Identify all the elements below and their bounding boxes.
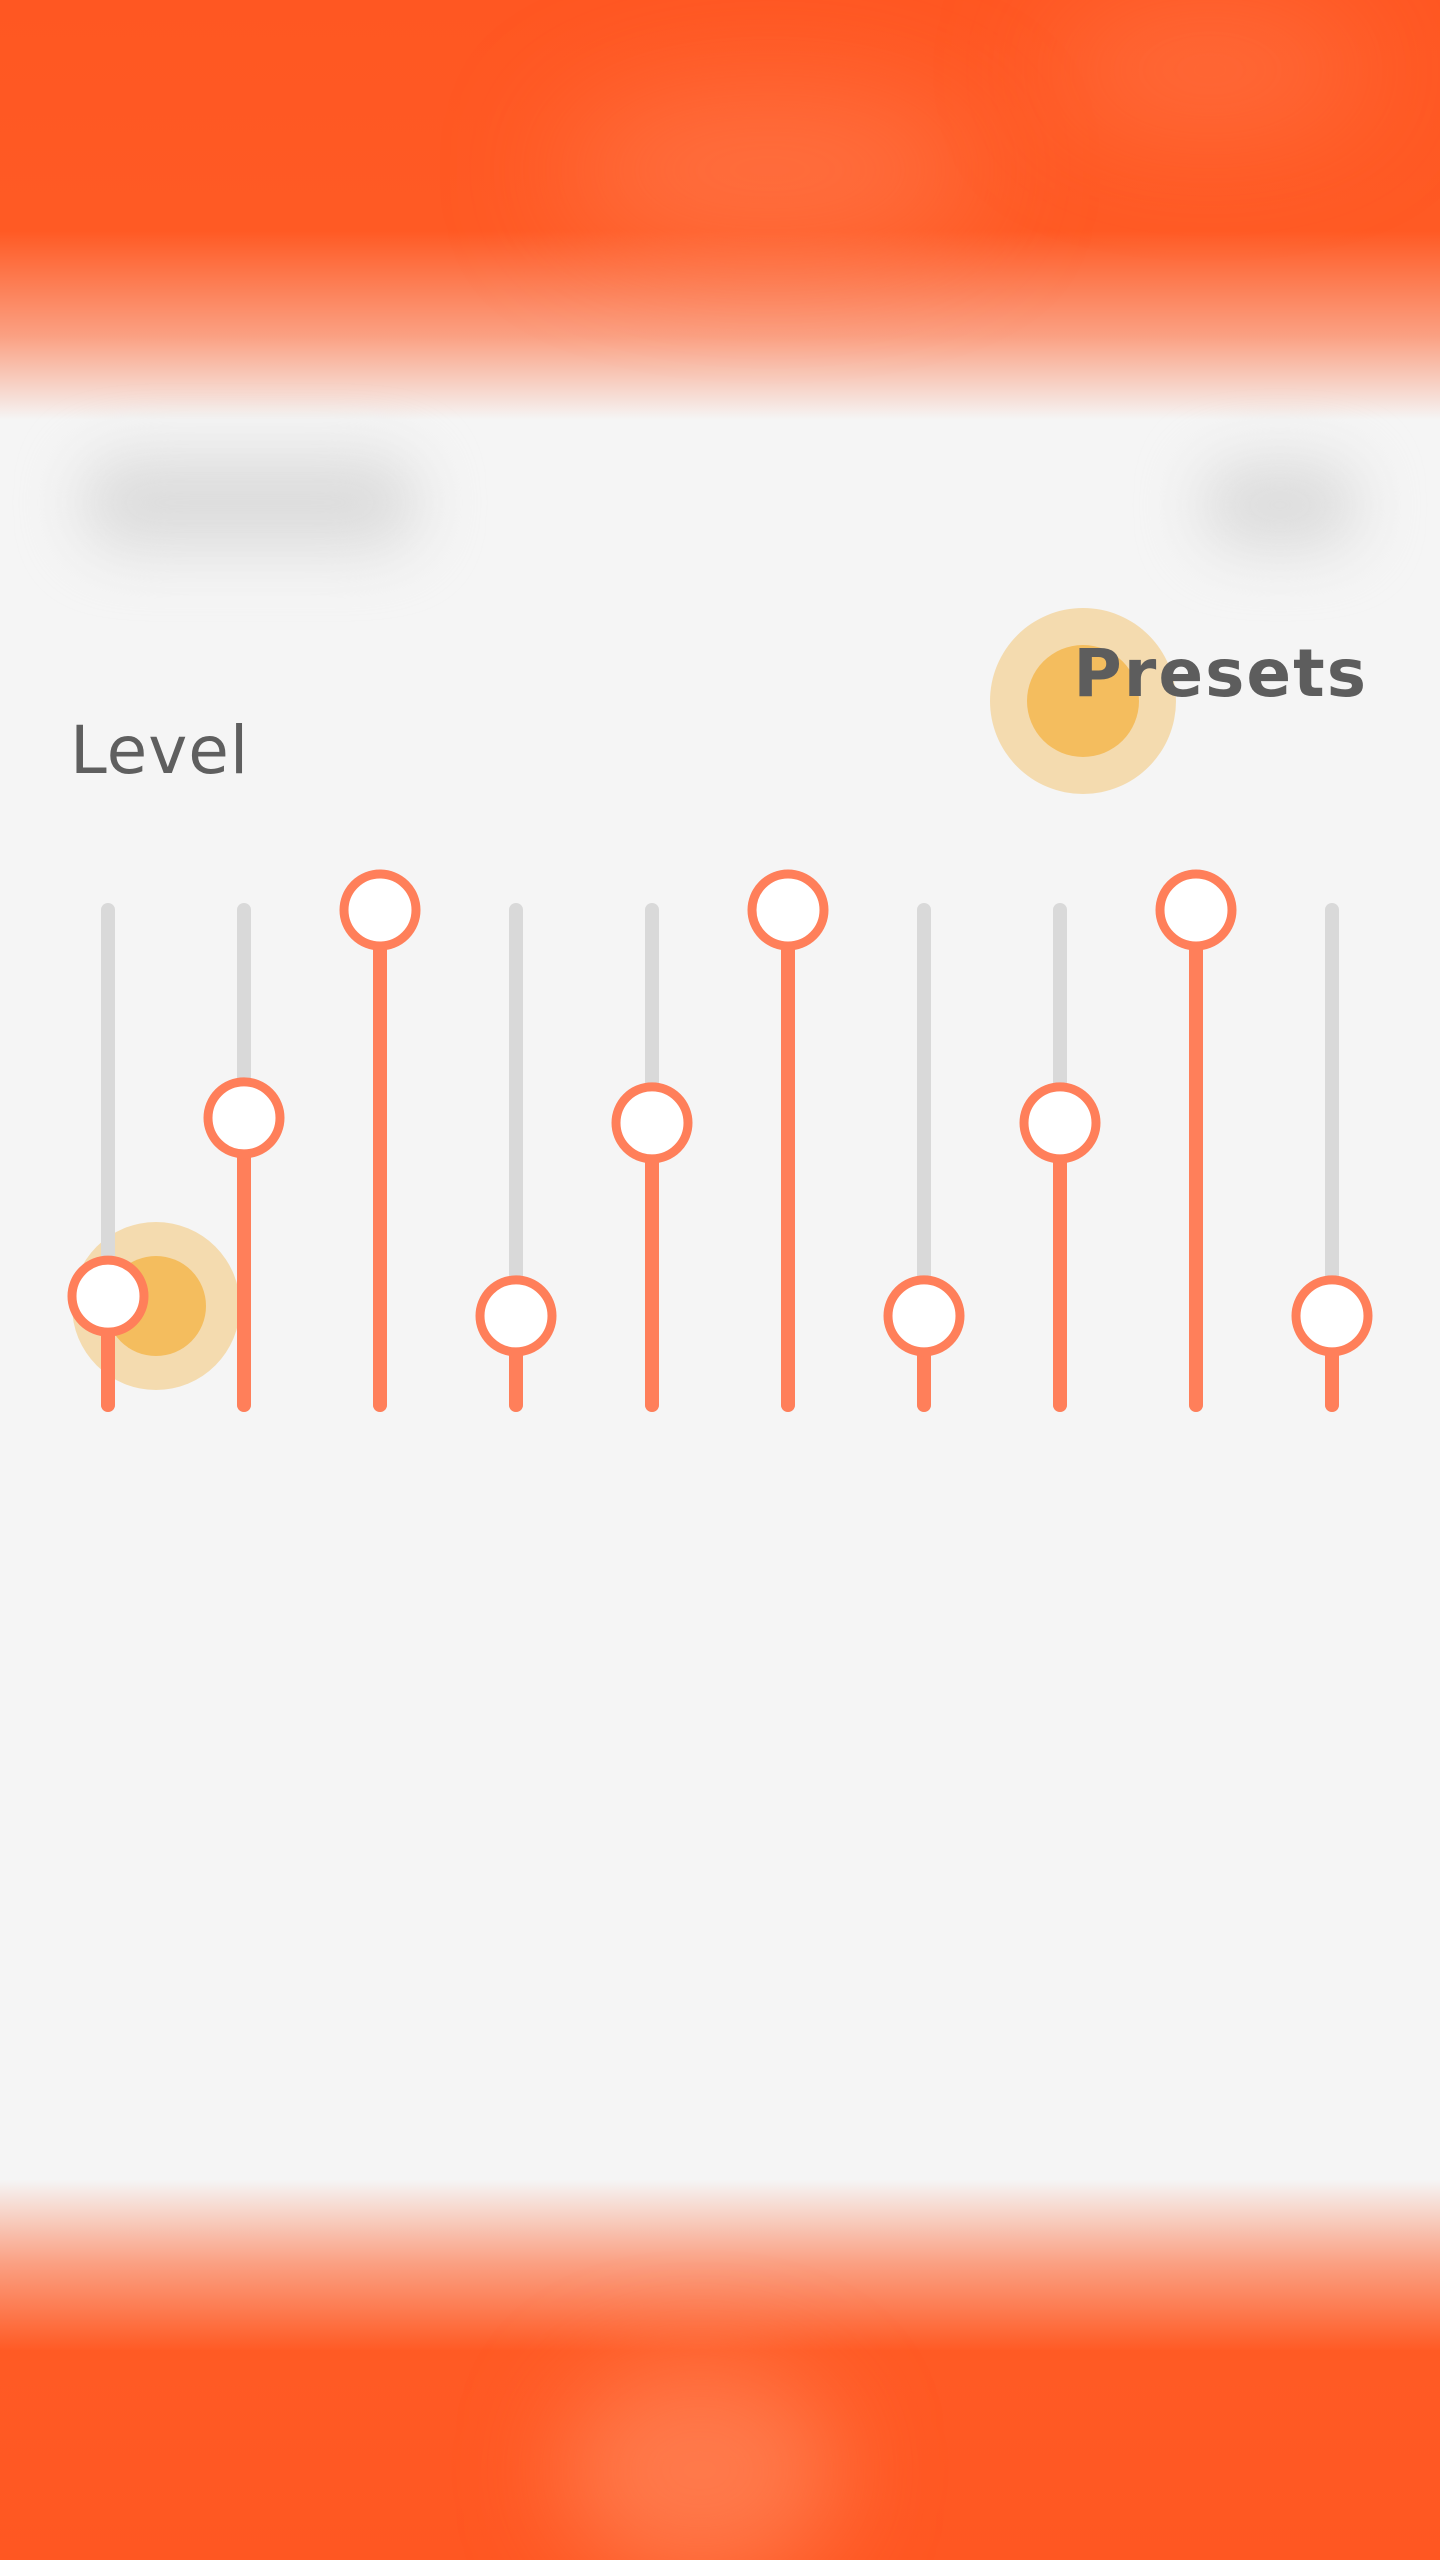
eq-band-slider[interactable] xyxy=(339,869,421,1412)
eq-band-knob[interactable] xyxy=(67,1255,149,1337)
eq-band-knob[interactable] xyxy=(203,1077,285,1159)
eq-band-slider[interactable] xyxy=(1155,869,1237,1412)
eq-band-slider[interactable] xyxy=(611,903,693,1412)
eq-band-slider[interactable] xyxy=(475,903,557,1412)
eq-band-knob[interactable] xyxy=(611,1082,693,1164)
eq-band-slider[interactable] xyxy=(203,903,285,1412)
eq-band-slider[interactable] xyxy=(883,903,965,1412)
eq-band-slider[interactable] xyxy=(1019,903,1101,1412)
eq-band-knob[interactable] xyxy=(1291,1275,1373,1357)
eq-band-knob[interactable] xyxy=(475,1275,557,1357)
eq-band-slider[interactable] xyxy=(747,869,829,1412)
eq-band-knob[interactable] xyxy=(339,869,421,951)
eq-band-slider[interactable] xyxy=(67,903,149,1412)
eq-band-knob[interactable] xyxy=(1019,1082,1101,1164)
eq-band-slider[interactable] xyxy=(1291,903,1373,1412)
bottom-navigation-bar xyxy=(0,2180,1440,2560)
eq-band-knob[interactable] xyxy=(747,869,829,951)
equalizer-screen: Presets Level xyxy=(0,0,1440,2560)
equalizer-sliders xyxy=(67,869,1373,1412)
eq-band-knob[interactable] xyxy=(1155,869,1237,951)
eq-band-knob[interactable] xyxy=(883,1275,965,1357)
